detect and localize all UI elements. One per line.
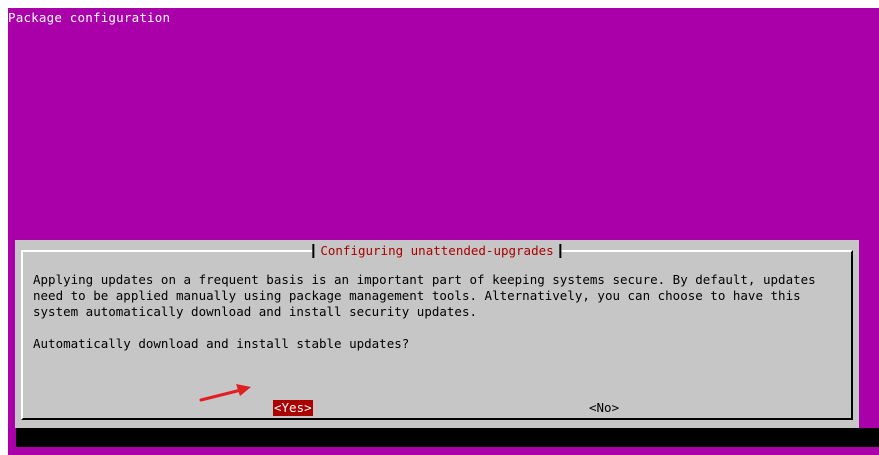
red-arrow-icon: [199, 384, 251, 402]
dialog-body: Applying updates on a frequent basis is …: [33, 272, 853, 352]
window-title: Package configuration: [8, 10, 171, 25]
dialog-buttons: <Yes> <No>: [23, 400, 851, 418]
dialog-question: Automatically download and install stabl…: [33, 336, 410, 351]
no-button[interactable]: <No>: [588, 400, 620, 416]
dialog-frame: Configuring unattended-upgrades Applying…: [21, 242, 853, 420]
terminal-screen: Package configuration Configuring unatte…: [8, 8, 879, 455]
dialog-description: Applying updates on a frequent basis is …: [33, 272, 824, 319]
configuration-dialog: Configuring unattended-upgrades Applying…: [15, 240, 859, 428]
yes-button[interactable]: <Yes>: [273, 400, 313, 416]
dialog-shadow: [16, 428, 879, 447]
dialog-title: Configuring unattended-upgrades: [312, 242, 562, 260]
